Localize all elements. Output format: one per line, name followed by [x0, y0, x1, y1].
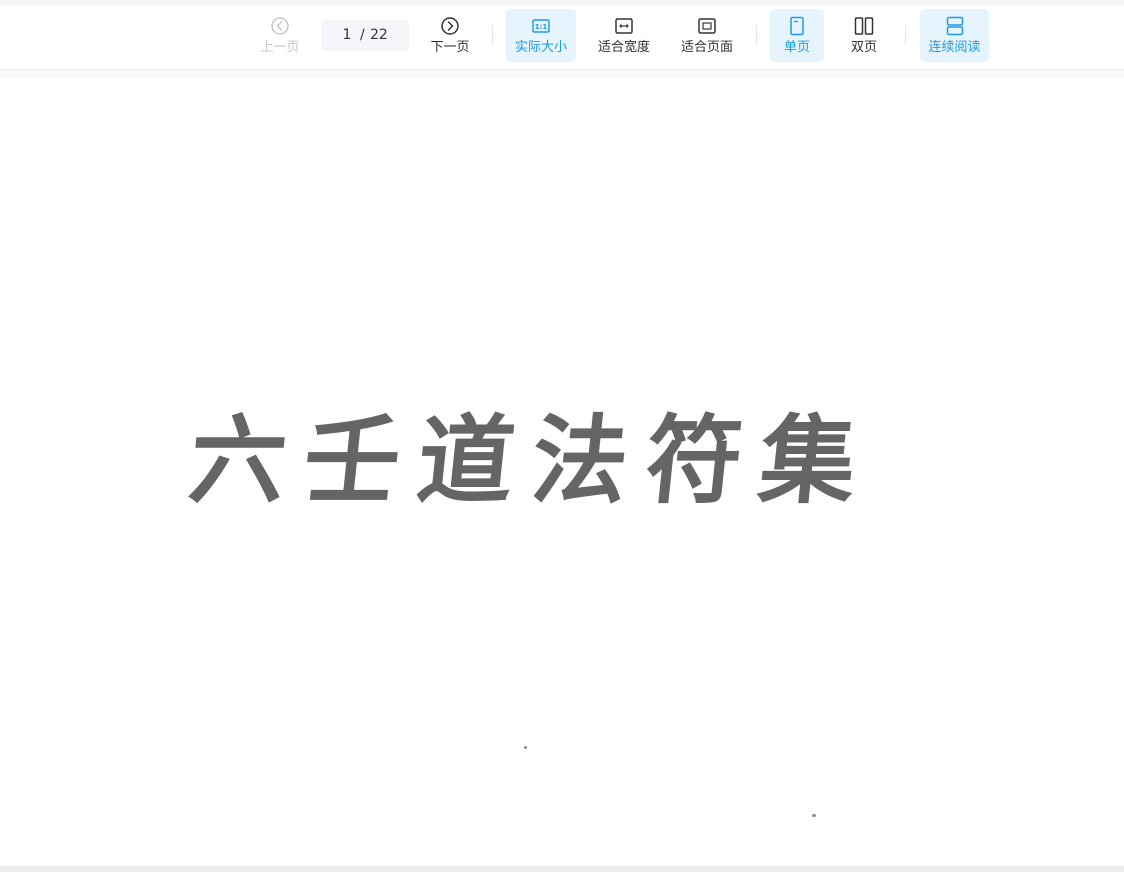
single-page-icon	[790, 16, 804, 36]
single-page-button[interactable]: 单页	[770, 9, 824, 62]
next-page-button[interactable]: 下一页	[423, 9, 477, 62]
total-pages: 22	[370, 27, 388, 43]
page-indicator[interactable]: 1 / 22	[321, 20, 409, 51]
scan-speck	[524, 746, 527, 749]
document-page: 六壬道法符集	[0, 78, 1124, 866]
toolbar-divider	[492, 25, 493, 45]
fit-width-icon	[615, 18, 633, 34]
circle-chevron-right-icon	[441, 17, 459, 35]
continuous-read-button[interactable]: 连续阅读	[920, 9, 989, 62]
toolbar-divider	[756, 25, 757, 45]
prev-page-label: 上一页	[260, 40, 300, 55]
actual-size-label: 实际大小	[514, 40, 567, 55]
current-page[interactable]: 1	[341, 20, 353, 51]
fit-width-button[interactable]: 适合宽度	[591, 9, 657, 62]
one-to-one-icon: 1:1	[532, 19, 550, 33]
continuous-read-icon	[946, 16, 963, 36]
prev-page-button[interactable]: 上一页	[253, 9, 307, 62]
document-viewport[interactable]: 六壬道法符集	[0, 70, 1124, 866]
next-page-label: 下一页	[430, 40, 470, 55]
actual-size-button[interactable]: 1:1 实际大小	[506, 9, 576, 62]
fit-page-button[interactable]: 适合页面	[674, 9, 740, 62]
fit-width-label: 适合宽度	[597, 40, 650, 55]
viewer-toolbar: 上一页 1 / 22 下一页 1:1 实际大小 适合宽度 适合页面 单页 双页 …	[0, 0, 1124, 70]
scan-speck	[812, 814, 816, 817]
continuous-read-label: 连续阅读	[928, 40, 981, 55]
fit-page-label: 适合页面	[680, 40, 733, 55]
page-separator: /	[360, 27, 365, 43]
double-page-icon	[854, 17, 874, 35]
circle-chevron-left-icon	[271, 17, 289, 35]
top-strip	[0, 0, 1124, 5]
double-page-button[interactable]: 双页	[837, 9, 891, 62]
double-page-label: 双页	[850, 40, 877, 55]
single-page-label: 单页	[783, 40, 810, 55]
fit-page-icon	[698, 18, 716, 34]
toolbar-divider	[905, 25, 906, 45]
svg-text:1:1: 1:1	[535, 23, 548, 31]
page-title: 六壬道法符集	[184, 404, 880, 517]
bottom-scrollbar[interactable]	[0, 866, 1124, 872]
